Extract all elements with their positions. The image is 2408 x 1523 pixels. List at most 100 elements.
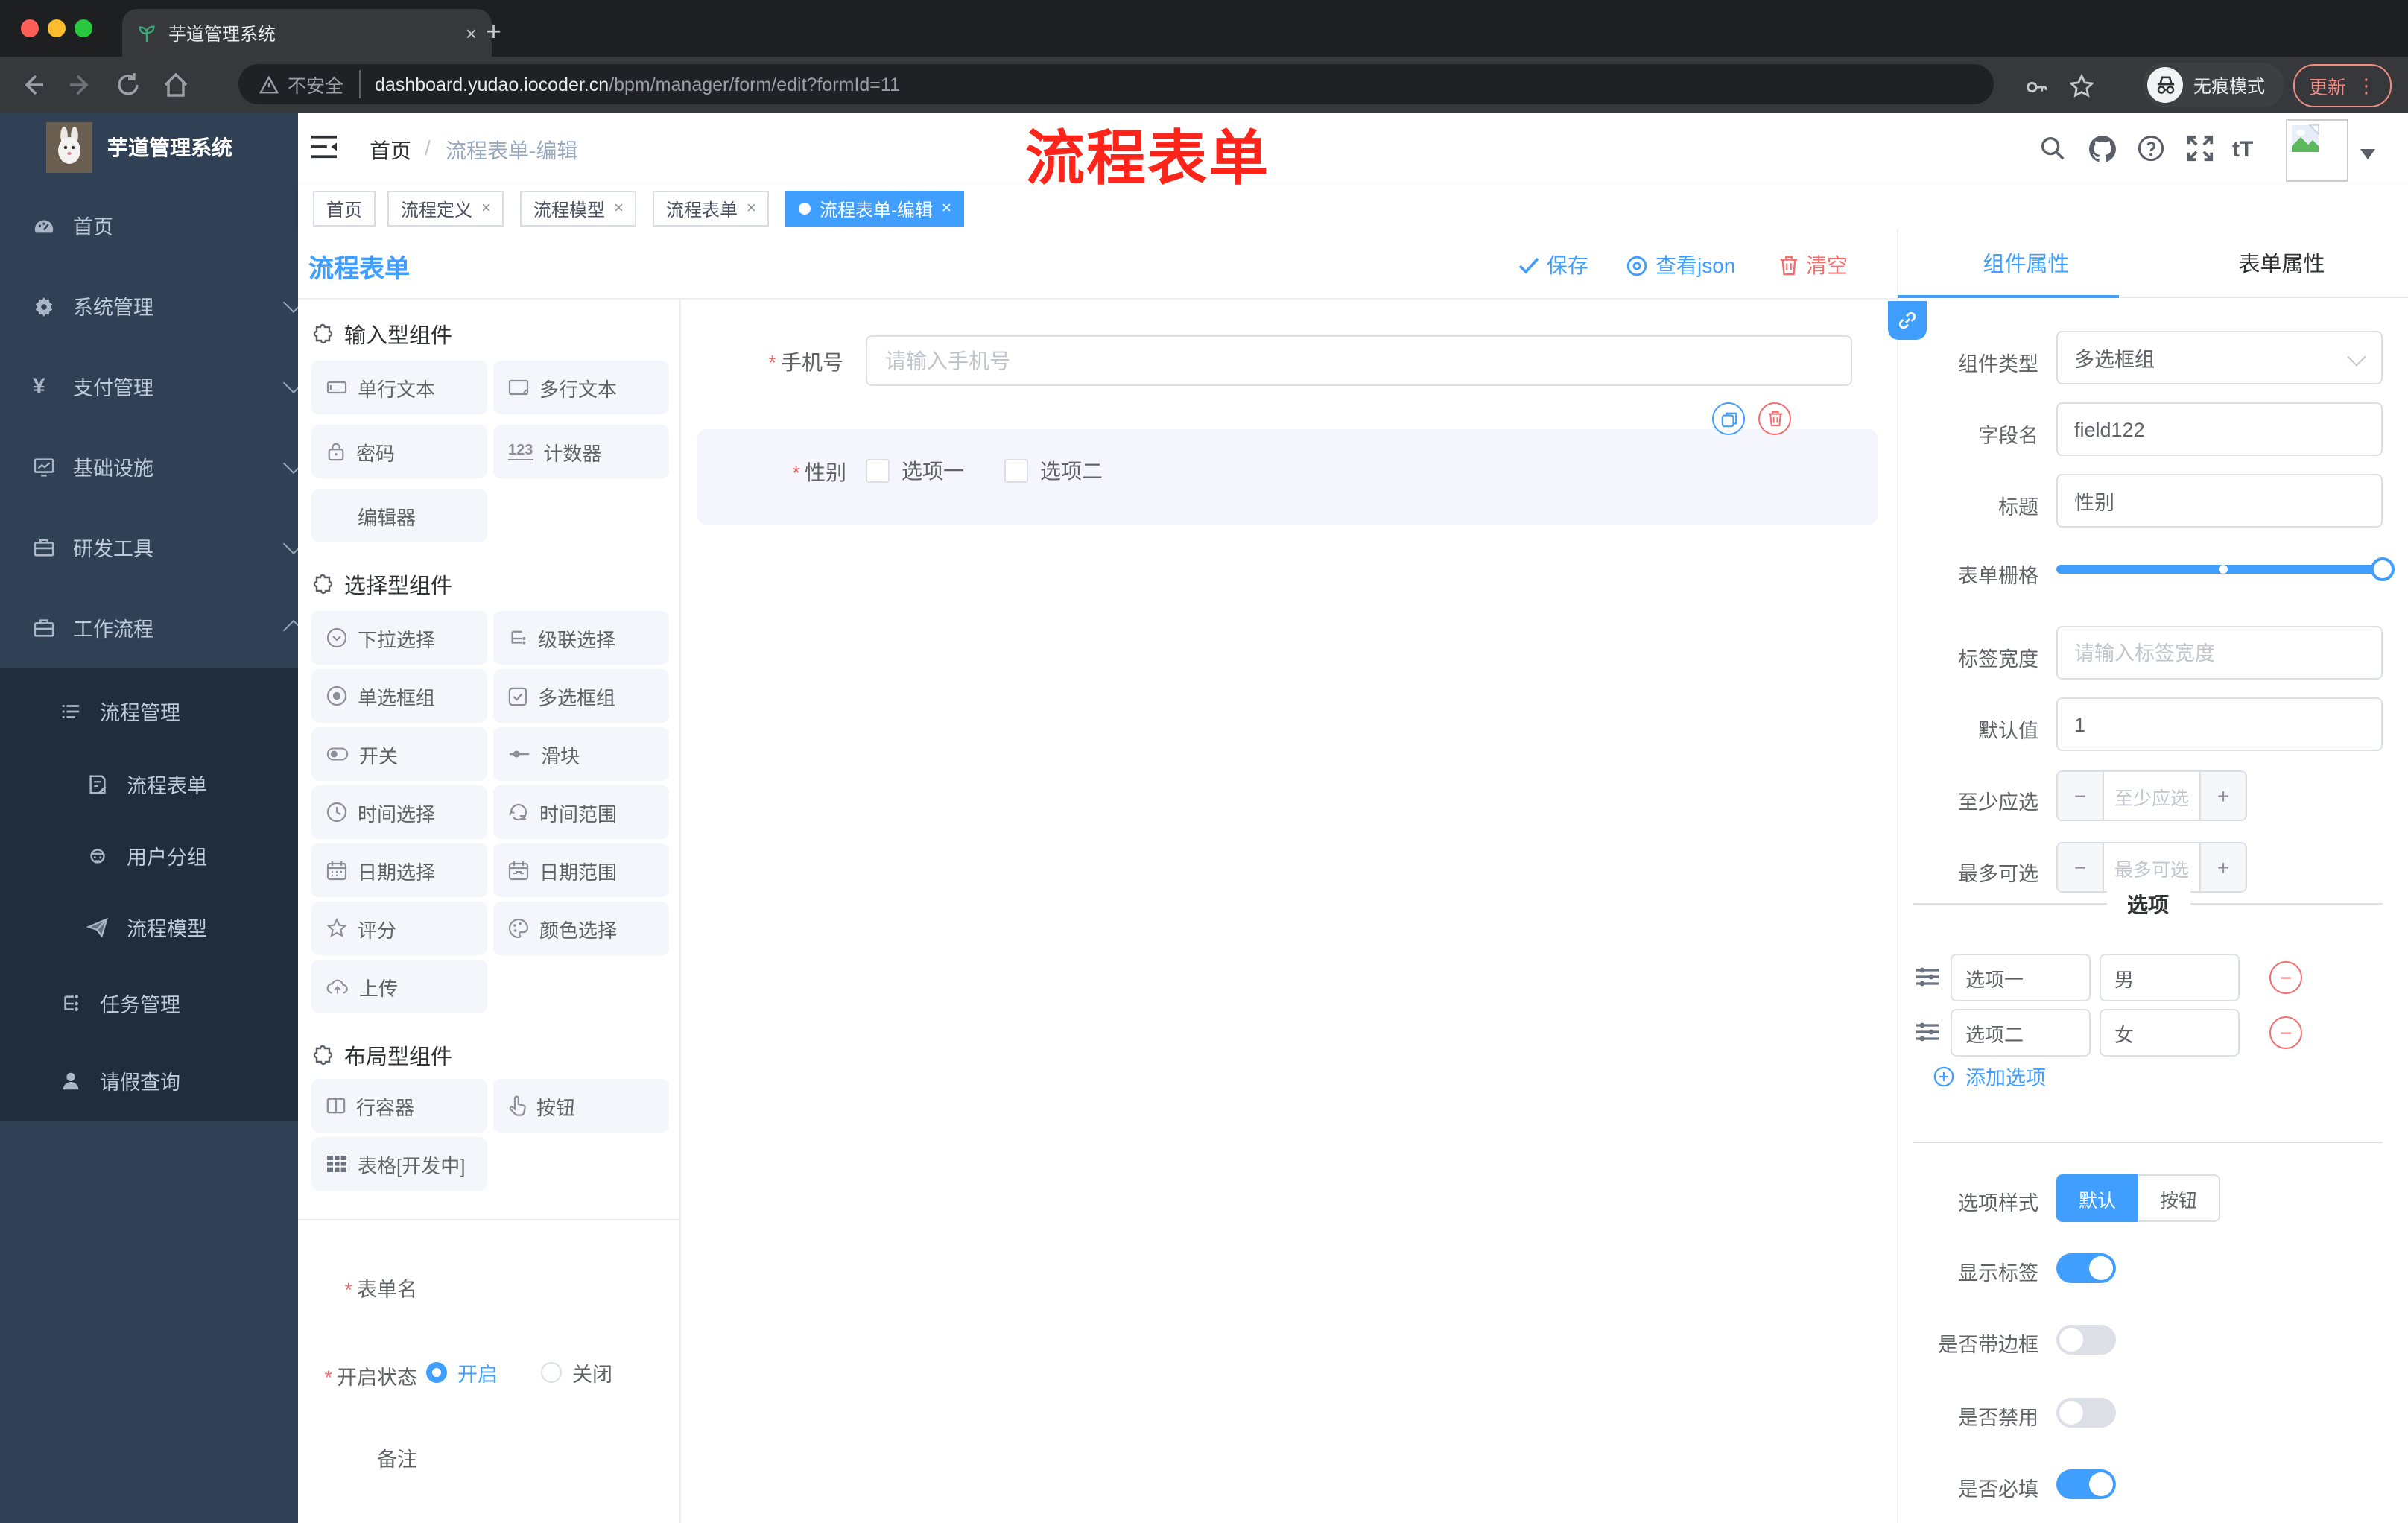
decrease-icon[interactable]: − (2058, 843, 2103, 891)
breadcrumb-home[interactable]: 首页 (370, 136, 411, 165)
add-option-button[interactable]: 添加选项 (1933, 1061, 2046, 1091)
avatar[interactable] (2286, 119, 2348, 182)
tag-close-icon[interactable]: × (747, 200, 756, 218)
gender-checkbox-option2[interactable]: 选项二 (1004, 456, 1103, 486)
traffic-zoom-button[interactable] (75, 19, 92, 37)
sidebar-item-infra[interactable]: 基础设施 (0, 429, 331, 504)
tag-close-icon[interactable]: × (942, 200, 951, 218)
palette-item-upload[interactable]: 上传 (311, 960, 487, 1013)
bookmark-star-icon[interactable] (2068, 73, 2095, 100)
link-drawer-handle[interactable] (1888, 301, 1927, 340)
palette-item-table[interactable]: 表格[开发中] (311, 1137, 487, 1191)
browser-tab[interactable]: 芋道管理系统 × (122, 9, 492, 57)
max-select-value[interactable]: 最多可选 (2103, 843, 2201, 891)
help-icon[interactable] (2137, 134, 2165, 162)
tab-component-props[interactable]: 组件属性 (1898, 229, 2154, 297)
style-button-button[interactable]: 按钮 (2138, 1174, 2220, 1222)
palette-item-row-container[interactable]: 行容器 (311, 1079, 487, 1133)
phone-field-input[interactable] (866, 335, 1852, 386)
tag-process-form-edit[interactable]: 流程表单-编辑 × (785, 191, 965, 227)
tag-process-definition[interactable]: 流程定义 × (387, 191, 504, 227)
option1-label-input[interactable] (1951, 954, 2091, 1001)
selected-component-gender[interactable]: * 性别 选项一 选项二 (697, 429, 1878, 525)
show-label-toggle[interactable] (2056, 1253, 2116, 1283)
save-button[interactable]: 保存 (1518, 250, 1588, 280)
palette-item-textarea[interactable]: 多行文本 (493, 361, 669, 414)
clear-button[interactable]: 清空 (1779, 250, 1848, 280)
palette-item-date-range[interactable]: 日期范围 (493, 843, 669, 897)
view-json-button[interactable]: 查看json (1626, 250, 1735, 280)
github-icon[interactable] (2088, 134, 2117, 164)
palette-item-rate[interactable]: 评分 (311, 902, 487, 955)
component-type-select[interactable]: 多选框组 (2056, 331, 2383, 384)
drag-handle-icon[interactable] (1915, 1021, 1940, 1043)
address-bar[interactable]: 不安全 dashboard.yudao.iocoder.cn/bpm/manag… (238, 64, 1994, 104)
palette-item-checkbox-group[interactable]: 多选框组 (493, 669, 669, 723)
option2-value-input[interactable] (2100, 1009, 2240, 1057)
palette-item-radio-group[interactable]: 单选框组 (311, 669, 487, 723)
border-toggle[interactable] (2056, 1325, 2116, 1355)
slider-handle[interactable] (2371, 557, 2395, 581)
palette-item-switch[interactable]: 开关 (311, 727, 487, 781)
search-icon[interactable] (2038, 134, 2067, 162)
palette-item-slider[interactable]: 滑块 (493, 727, 669, 781)
reload-icon[interactable] (113, 70, 143, 100)
title-input[interactable] (2056, 474, 2383, 528)
palette-item-editor[interactable]: 编辑器 (311, 489, 487, 542)
form-grid-slider[interactable] (2056, 557, 2395, 581)
traffic-close-button[interactable] (21, 19, 39, 37)
status-radio-on[interactable]: 开启 (426, 1358, 498, 1387)
max-select-stepper[interactable]: − 最多可选 + (2056, 842, 2247, 893)
gender-checkbox-option1[interactable]: 选项一 (866, 456, 964, 486)
checkbox-icon[interactable] (866, 459, 890, 483)
font-size-icon[interactable]: tT (2232, 137, 2253, 162)
min-select-value[interactable]: 至少应选 (2103, 772, 2201, 820)
back-icon[interactable] (18, 70, 48, 100)
increase-icon[interactable]: + (2201, 772, 2246, 820)
palette-item-color-picker[interactable]: 颜色选择 (493, 902, 669, 955)
fullscreen-icon[interactable] (2186, 134, 2214, 162)
traffic-minimize-button[interactable] (48, 19, 66, 37)
sidebar-item-workflow[interactable]: 工作流程 (0, 590, 331, 665)
drag-handle-icon[interactable] (1915, 966, 1940, 988)
app-logo[interactable]: 芋道管理系统 (0, 113, 298, 182)
tag-close-icon[interactable]: × (481, 200, 491, 218)
tab-close-icon[interactable]: × (466, 22, 477, 44)
palette-item-password[interactable]: 密码 (311, 425, 487, 478)
palette-item-counter[interactable]: 123 计数器 (493, 425, 669, 478)
palette-item-cascader[interactable]: 级联选择 (493, 611, 669, 665)
style-default-button[interactable]: 默认 (2056, 1174, 2138, 1222)
remove-option1-button[interactable]: − (2269, 961, 2302, 994)
sidebar-item-payment[interactable]: ¥ 支付管理 (0, 349, 331, 423)
palette-item-date-picker[interactable]: 日期选择 (311, 843, 487, 897)
new-tab-button[interactable]: + (486, 18, 501, 45)
default-value-input[interactable] (2056, 697, 2383, 751)
copy-component-button[interactable] (1712, 402, 1745, 435)
tag-process-form[interactable]: 流程表单 × (653, 191, 770, 227)
decrease-icon[interactable]: − (2058, 772, 2103, 820)
field-name-input[interactable] (2056, 402, 2383, 456)
palette-item-select[interactable]: 下拉选择 (311, 611, 487, 665)
option2-label-input[interactable] (1951, 1009, 2091, 1057)
min-select-stepper[interactable]: − 至少应选 + (2056, 770, 2247, 821)
disabled-toggle[interactable] (2056, 1398, 2116, 1428)
home-icon[interactable] (161, 70, 191, 100)
forward-icon[interactable] (66, 70, 95, 100)
increase-icon[interactable]: + (2201, 843, 2246, 891)
remove-option2-button[interactable]: − (2269, 1016, 2302, 1049)
tag-home[interactable]: 首页 (313, 191, 376, 227)
collapse-sidebar-icon[interactable] (310, 134, 338, 159)
tab-form-props[interactable]: 表单属性 (2154, 229, 2408, 297)
palette-item-time-picker[interactable]: 时间选择 (311, 785, 487, 839)
tag-process-model[interactable]: 流程模型 × (520, 191, 637, 227)
tag-close-icon[interactable]: × (614, 200, 624, 218)
sidebar-item-home[interactable]: 首页 (0, 188, 331, 262)
status-radio-off[interactable]: 关闭 (541, 1358, 612, 1387)
required-toggle[interactable] (2056, 1469, 2116, 1499)
sidebar-item-system[interactable]: 系统管理 (0, 268, 331, 343)
palette-item-time-range[interactable]: 时间范围 (493, 785, 669, 839)
password-key-icon[interactable] (2024, 75, 2049, 100)
option1-value-input[interactable] (2100, 954, 2240, 1001)
browser-update-button[interactable]: 更新 ⋮ (2293, 64, 2392, 107)
checkbox-icon[interactable] (1004, 459, 1028, 483)
